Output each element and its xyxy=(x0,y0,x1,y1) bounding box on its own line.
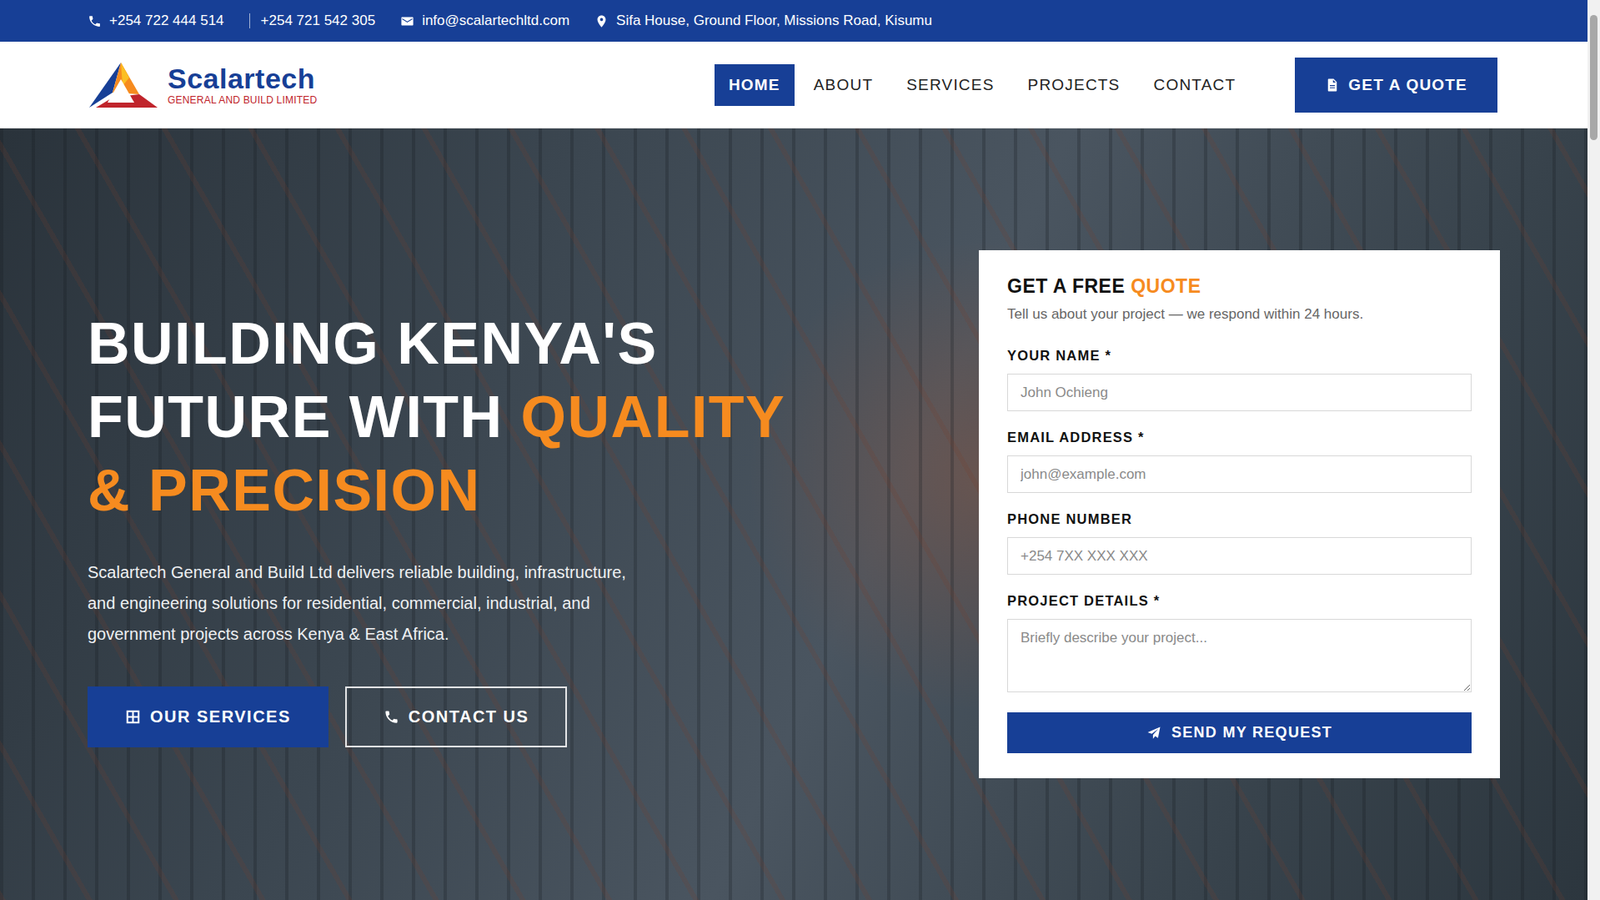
title-segment: FUTURE WITH xyxy=(87,384,522,450)
field-label: PROJECT DETAILS * xyxy=(1007,592,1472,609)
hero-description: Scalartech General and Build Ltd deliver… xyxy=(87,556,655,650)
nav-menu: HOMEABOUTSERVICESPROJECTSCONTACT xyxy=(714,64,1250,106)
nav-link[interactable]: ABOUT xyxy=(799,64,888,106)
title-segment: BUILDING KENYA'S xyxy=(87,310,658,377)
logo-icon xyxy=(87,60,160,110)
field-label: PHONE NUMBER xyxy=(1007,511,1472,527)
contact-info[interactable]: +254 722 444 514 xyxy=(87,12,225,30)
text-input[interactable] xyxy=(1007,455,1472,493)
scrollbar[interactable] xyxy=(1587,0,1600,900)
title-line: & PRECISION xyxy=(87,453,954,527)
title-line: FUTURE WITH QUALITY xyxy=(87,380,954,454)
field-label: YOUR NAME * xyxy=(1007,347,1472,364)
quote-form: GET A FREE QUOTE Tell us about your proje… xyxy=(978,250,1500,778)
button-label: GET A QUOTE xyxy=(1348,75,1468,95)
company-name: Scalartech xyxy=(167,64,317,93)
contact-info[interactable]: +254 721 542 305 xyxy=(249,12,377,30)
services-button[interactable]: OUR SERVICES xyxy=(87,686,329,748)
page: +254 722 444 514 +254 721 542 305 info@sca… xyxy=(0,0,1588,900)
document-icon xyxy=(1324,77,1340,93)
paper-plane-icon xyxy=(1146,725,1162,741)
form-field: PHONE NUMBER xyxy=(1007,511,1472,575)
text-input[interactable] xyxy=(1007,536,1472,575)
field-label: EMAIL ADDRESS * xyxy=(1007,429,1472,446)
title-segment: & PRECISION xyxy=(87,457,482,523)
text-input[interactable] xyxy=(1007,373,1472,412)
contact-text: +254 722 444 514 xyxy=(109,12,225,30)
title-accent: QUOTE xyxy=(1130,275,1201,297)
contact-info[interactable]: Sifa House, Ground Floor, Missions Road,… xyxy=(594,12,933,30)
button-label: SEND MY REQUEST xyxy=(1171,723,1333,742)
map-pin-icon xyxy=(594,14,609,29)
hero-title: BUILDING KENYA'SFUTURE WITH QUALITY& PRE… xyxy=(87,306,954,527)
title-line: BUILDING KENYA'S xyxy=(87,306,954,381)
phone-icon xyxy=(383,708,400,725)
title-segment: QUALITY xyxy=(521,384,787,450)
logo-text: Scalartech GENERAL AND BUILD LIMITED xyxy=(167,64,317,106)
nav-link[interactable]: SERVICES xyxy=(892,64,1009,106)
envelope-icon xyxy=(400,14,415,29)
grid-icon xyxy=(125,708,141,725)
nav-link[interactable]: PROJECTS xyxy=(1013,64,1135,106)
hero-buttons: OUR SERVICES CONTACT US xyxy=(87,686,954,748)
contact-text: info@scalartechltd.com xyxy=(421,12,570,30)
logo[interactable]: Scalartech GENERAL AND BUILD LIMITED xyxy=(87,60,317,110)
hero: BUILDING KENYA'SFUTURE WITH QUALITY& PRE… xyxy=(0,128,1588,900)
details-textarea[interactable] xyxy=(1007,618,1472,693)
company-tagline: GENERAL AND BUILD LIMITED xyxy=(167,95,317,106)
contact-text: Sifa House, Ground Floor, Missions Road,… xyxy=(616,12,933,30)
navbar: Scalartech GENERAL AND BUILD LIMITED HOMEA… xyxy=(0,41,1588,129)
nav-link[interactable]: HOME xyxy=(714,64,795,106)
contact-info[interactable]: info@scalartechltd.com xyxy=(400,12,570,30)
get-quote-button[interactable]: GET A QUOTE xyxy=(1294,57,1498,113)
form-title: GET A FREE QUOTE xyxy=(1007,275,1472,298)
form-field: PROJECT DETAILS * xyxy=(1007,592,1472,696)
form-subtitle: Tell us about your project — we respond … xyxy=(1007,305,1472,323)
top-bar: +254 722 444 514 +254 721 542 305 info@sca… xyxy=(0,0,1588,42)
separator xyxy=(249,13,251,29)
button-label: OUR SERVICES xyxy=(150,707,291,727)
button-label: CONTACT US xyxy=(408,707,530,727)
phone-icon xyxy=(87,14,102,29)
nav-link[interactable]: CONTACT xyxy=(1138,64,1250,106)
scrollbar-thumb[interactable] xyxy=(1589,15,1598,141)
contact-button[interactable]: CONTACT US xyxy=(345,686,568,748)
form-field: EMAIL ADDRESS * xyxy=(1007,429,1472,493)
hero-content: BUILDING KENYA'SFUTURE WITH QUALITY& PRE… xyxy=(87,281,954,748)
title-text: GET A FREE xyxy=(1007,275,1125,297)
form-field: YOUR NAME * xyxy=(1007,347,1472,412)
contact-text: +254 721 542 305 xyxy=(260,12,377,30)
submit-button[interactable]: SEND MY REQUEST xyxy=(1007,712,1472,753)
